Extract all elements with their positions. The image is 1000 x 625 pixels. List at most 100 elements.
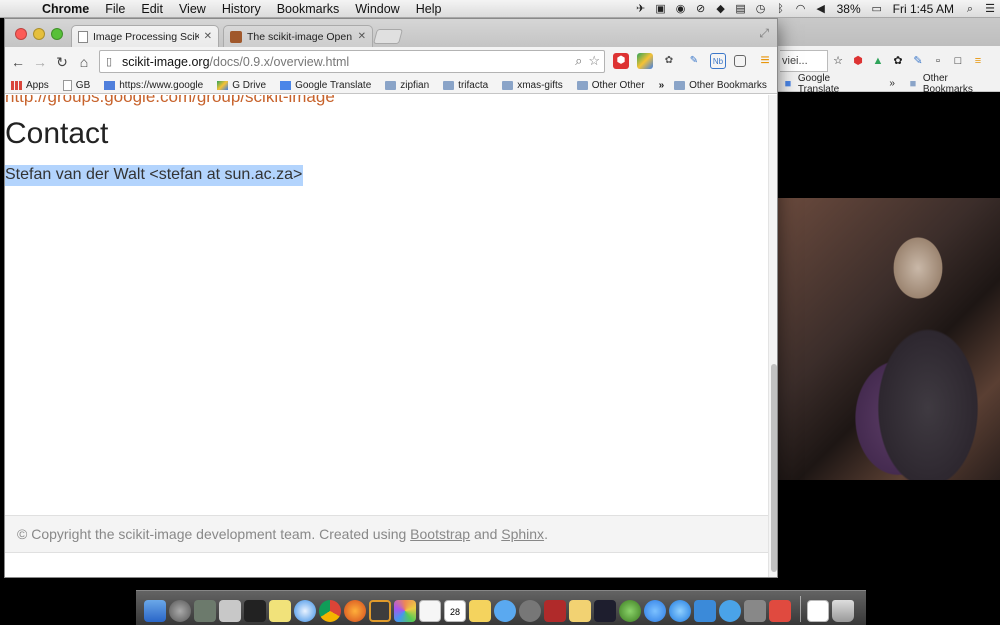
folder-icon bbox=[443, 80, 455, 90]
menu-view[interactable]: View bbox=[171, 0, 214, 18]
chrome-menu-icon[interactable]: ≡ bbox=[757, 53, 773, 69]
bookmark-other-other[interactable]: Other Other bbox=[576, 79, 645, 91]
bookmark-xmas-gifts[interactable]: xmas-gifts bbox=[502, 80, 563, 91]
launchpad-icon[interactable] bbox=[169, 600, 191, 622]
s-app-icon[interactable] bbox=[769, 600, 791, 622]
chrome-icon[interactable] bbox=[319, 600, 341, 622]
menu-edit[interactable]: Edit bbox=[133, 0, 171, 18]
app-store-dock-icon[interactable] bbox=[669, 600, 691, 622]
battery-percent[interactable]: 38% bbox=[837, 2, 861, 16]
color-picker-icon[interactable] bbox=[394, 600, 416, 622]
app-store-icon[interactable]: ◉ bbox=[674, 3, 688, 15]
bookmarks-overflow-chevron[interactable]: » bbox=[659, 80, 665, 91]
bookmark-google-search[interactable]: https://www.google bbox=[104, 80, 203, 91]
menu-history[interactable]: History bbox=[214, 0, 269, 18]
close-tab-icon[interactable]: ✕ bbox=[358, 31, 366, 42]
footer-period: . bbox=[544, 526, 548, 542]
nb-extension-icon[interactable]: Nb bbox=[710, 53, 726, 69]
bookmark-zipfian[interactable]: zipfian bbox=[385, 80, 429, 91]
bootstrap-link[interactable]: Bootstrap bbox=[410, 526, 470, 542]
kindle-icon[interactable]: ✎ bbox=[686, 53, 702, 69]
briefcase-icon[interactable]: ▣ bbox=[654, 3, 668, 15]
calendar-icon[interactable]: 28 bbox=[444, 600, 466, 622]
sphinx-link[interactable]: Sphinx bbox=[501, 526, 544, 542]
sublime-text-icon[interactable] bbox=[369, 600, 391, 622]
p-app-icon[interactable] bbox=[594, 600, 616, 622]
mailing-list-link[interactable]: http://groups.google.com/group/scikit-im… bbox=[5, 95, 335, 107]
trash-icon[interactable] bbox=[832, 600, 854, 622]
bookmark-apps[interactable]: Apps bbox=[11, 80, 49, 91]
bookmark-label: trifacta bbox=[458, 79, 489, 91]
mail-icon[interactable] bbox=[694, 600, 716, 622]
page-content: http://groups.google.com/group/scikit-im… bbox=[5, 95, 768, 577]
zoom-icon[interactable]: ⌕ bbox=[575, 53, 582, 69]
notes-icon[interactable] bbox=[469, 600, 491, 622]
wifi-icon[interactable]: ◠ bbox=[794, 3, 808, 15]
bluetooth-icon[interactable]: ᛒ bbox=[774, 3, 788, 15]
google-drive-icon[interactable] bbox=[637, 53, 653, 69]
preview-icon[interactable] bbox=[419, 600, 441, 622]
bookmark-google-translate[interactable]: Google Translate bbox=[280, 80, 371, 91]
bookmark-other-bookmarks[interactable]: Other Bookmarks bbox=[674, 80, 767, 91]
home-icon[interactable]: ⌂ bbox=[73, 54, 95, 70]
terminal-icon[interactable] bbox=[244, 600, 266, 622]
folder-icon bbox=[502, 80, 514, 90]
menu-bookmarks[interactable]: Bookmarks bbox=[269, 0, 348, 18]
bookmark-label: Google Translate bbox=[295, 79, 372, 91]
minimize-window-icon[interactable] bbox=[33, 28, 45, 40]
volume-icon[interactable]: ◀ bbox=[814, 3, 828, 15]
menu-file[interactable]: File bbox=[97, 0, 133, 18]
bookmark-trifacta[interactable]: trifacta bbox=[443, 80, 488, 91]
chat-icon[interactable] bbox=[719, 600, 741, 622]
time-machine-icon[interactable]: ◷ bbox=[754, 3, 768, 15]
bird-icon[interactable]: ✈ bbox=[634, 3, 648, 15]
bookmark-label: GB bbox=[75, 79, 91, 91]
bookmark-label: Other Other bbox=[591, 79, 645, 91]
menu-window[interactable]: Window bbox=[347, 0, 407, 18]
stickies-icon[interactable] bbox=[269, 600, 291, 622]
documents-stack-icon[interactable] bbox=[807, 600, 829, 622]
page-info-icon[interactable]: ▯ bbox=[106, 55, 122, 68]
bookmark-gb[interactable]: GB bbox=[62, 79, 91, 91]
adblock-icon[interactable]: ⬢ bbox=[613, 53, 629, 69]
close-tab-icon[interactable]: ✕ bbox=[204, 31, 212, 42]
photo-booth-icon[interactable] bbox=[194, 600, 216, 622]
bookmark-g-drive[interactable]: G Drive bbox=[217, 80, 266, 91]
tab-strip: Image Processing SciKit — ✕ The scikit-i… bbox=[5, 19, 777, 47]
photo-library-icon[interactable] bbox=[544, 600, 566, 622]
evernote-dock-icon[interactable] bbox=[619, 600, 641, 622]
square-extension-icon[interactable] bbox=[734, 55, 746, 67]
close-window-icon[interactable] bbox=[15, 28, 27, 40]
bookmark-star-icon[interactable]: ☆ bbox=[588, 53, 600, 69]
firefox-icon[interactable] bbox=[344, 600, 366, 622]
extension-flower-icon[interactable]: ✿ bbox=[661, 53, 677, 69]
finder-icon[interactable] bbox=[144, 600, 166, 622]
battery-icon[interactable]: ▭ bbox=[870, 3, 884, 15]
clipboard-icon[interactable]: ▤ bbox=[734, 3, 748, 15]
facetime-icon[interactable] bbox=[519, 600, 541, 622]
calculator-icon[interactable] bbox=[219, 600, 241, 622]
address-bar[interactable]: ▯ scikit-image.org/docs/0.9.x/overview.h… bbox=[99, 50, 605, 73]
sync-icon[interactable]: ⊘ bbox=[694, 3, 708, 15]
safari-icon[interactable] bbox=[294, 600, 316, 622]
messages-icon[interactable] bbox=[494, 600, 516, 622]
menu-help[interactable]: Help bbox=[408, 0, 450, 18]
zoom-window-icon[interactable] bbox=[51, 28, 63, 40]
forward-icon[interactable]: → bbox=[29, 54, 51, 70]
vertical-scrollbar-thumb[interactable] bbox=[771, 364, 777, 572]
menu-app-name[interactable]: Chrome bbox=[34, 0, 97, 18]
tab-scikit-image-open-source[interactable]: The scikit-image Open Sou ✕ bbox=[223, 25, 373, 47]
reload-icon[interactable]: ↻ bbox=[51, 54, 73, 71]
background-toolbar: viei... ☆ ⬢ ▲ ✿ ✎ ▫ □ ≡ bbox=[778, 46, 1000, 76]
script-editor-icon[interactable] bbox=[569, 600, 591, 622]
evernote-icon[interactable]: ◆ bbox=[714, 3, 728, 15]
back-icon[interactable]: ← bbox=[7, 54, 29, 70]
itunes-icon[interactable] bbox=[644, 600, 666, 622]
spotlight-icon[interactable]: ⌕ bbox=[963, 3, 977, 15]
notification-center-icon[interactable]: ☰ bbox=[983, 3, 997, 15]
new-tab-button[interactable] bbox=[372, 29, 404, 44]
fullscreen-icon[interactable]: ⤢ bbox=[759, 26, 769, 41]
system-preferences-icon[interactable] bbox=[744, 600, 766, 622]
tab-image-processing[interactable]: Image Processing SciKit — ✕ bbox=[71, 25, 219, 47]
menu-clock[interactable]: Fri 1:45 AM bbox=[893, 2, 954, 16]
